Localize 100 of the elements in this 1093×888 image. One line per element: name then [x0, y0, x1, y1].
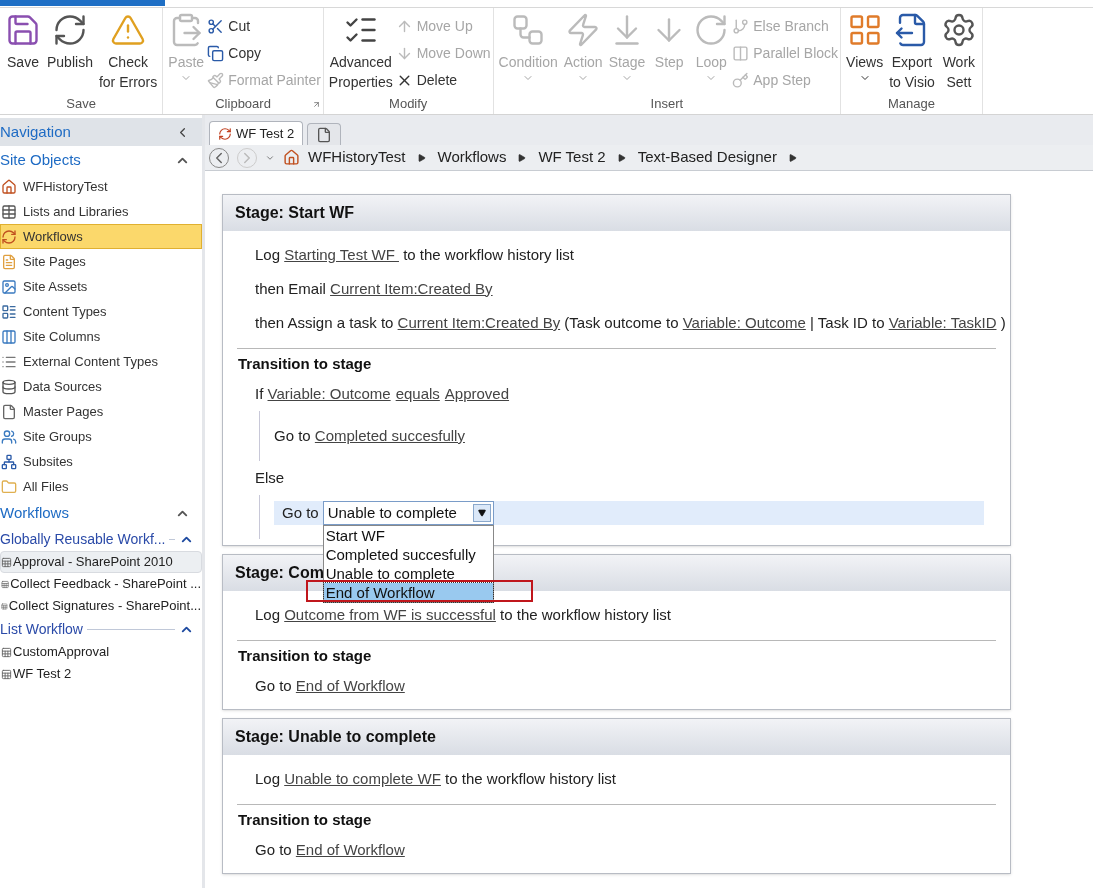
warning-icon [110, 12, 147, 48]
link[interactable]: Completed succesfully [314, 426, 465, 444]
ribbon-button[interactable]: Check for Errors [95, 12, 161, 92]
nav-item[interactable]: Content Types [0, 299, 202, 324]
page-icon [1, 253, 17, 270]
stage-header: Stage: Unable to complete [223, 719, 1010, 755]
nav-item[interactable]: WFHistoryTest [0, 174, 202, 199]
link[interactable]: Current Item:Created By [330, 279, 493, 297]
nav-item[interactable]: Master Pages [0, 399, 202, 424]
branch-icon [732, 17, 750, 35]
ribbon-button[interactable]: Views [843, 12, 887, 84]
condition-line: If Variable: Outcome equals Approved [255, 383, 510, 404]
nav-item[interactable]: Site Pages [0, 249, 202, 274]
breadcrumb-item[interactable]: WF Test 2 [538, 146, 606, 169]
copy-icon [207, 44, 225, 62]
users-icon [1, 428, 17, 445]
folder-icon [1, 478, 17, 495]
save-icon [5, 12, 41, 48]
condition-line: Go to End of Workflow [255, 839, 405, 860]
columns-icon [732, 44, 750, 62]
dropdown-option[interactable]: Unable to complete [323, 564, 493, 583]
ribbon-button[interactable]: Publish [44, 12, 96, 72]
ribbon-button[interactable]: Save [2, 12, 44, 72]
condition-line: Else [255, 467, 285, 488]
nav-item[interactable]: Lists and Libraries [0, 199, 202, 224]
nav-item[interactable]: Workflows [0, 224, 202, 249]
stage-dropdown[interactable]: Unable to complete [322, 501, 494, 525]
workflow-item[interactable]: Collect Feedback - SharePoint ... [0, 573, 202, 595]
action-line: then Email Current Item:Created By [255, 278, 493, 299]
stage-header: Stage: Start WF [223, 195, 1010, 231]
ribbon-button[interactable]: Export to Visio [886, 12, 938, 92]
ribbon-button[interactable]: Work Sett [937, 12, 980, 92]
link[interactable]: Variable: TaskID [888, 313, 997, 331]
action-line: Log Starting Test WF to the workflow history list [255, 244, 575, 265]
link[interactable]: Unable to complete WF [284, 769, 441, 787]
transition-heading: Transition to stage [238, 645, 372, 666]
transition-heading: Transition to stage [238, 809, 372, 830]
workflow-item[interactable]: Approval - SharePoint 2010 [0, 551, 202, 573]
workflow-icon [1, 578, 10, 590]
breadcrumb-item[interactable]: WFHistoryTest [308, 146, 406, 169]
link[interactable]: Current Item:Created By [397, 313, 561, 331]
go-to-label: Go to [282, 502, 319, 523]
paintbrush-icon [207, 71, 225, 89]
group-label: Manage [888, 95, 935, 114]
action-line: Log Unable to complete WF to the workflow history list [255, 768, 616, 789]
nav-item[interactable]: External Content Types [0, 349, 202, 374]
key-icon [732, 71, 750, 89]
action-line: then Assign a task to Current Item:Created By (Task outcome to Variable: Outcome | Task ID to Variable: TaskID ) [255, 312, 1006, 333]
dropdown-option[interactable]: Start WF [323, 526, 493, 545]
workflow-item[interactable]: WF Test 2 [0, 663, 202, 685]
workflow-icon [1, 668, 12, 680]
link[interactable]: Starting Test WF [284, 245, 399, 263]
link[interactable]: equals [395, 384, 440, 402]
nav-item[interactable]: Site Columns [0, 324, 202, 349]
link[interactable]: Approved [444, 384, 510, 402]
launcher-icon[interactable] [311, 100, 321, 109]
condition-line: Go to Completed succesfully [274, 425, 465, 446]
separator-icon [617, 153, 626, 162]
ribbon-small-button[interactable]: Cut [207, 14, 321, 38]
image-icon [1, 278, 17, 295]
document-tab[interactable]: WF Test 2 [209, 121, 304, 145]
nav-item[interactable]: Site Assets [0, 274, 202, 299]
link[interactable]: Variable: Outcome [267, 384, 391, 402]
section-title[interactable]: Site Objects [0, 148, 81, 172]
sync-icon [1, 228, 17, 245]
sync-icon [218, 126, 232, 141]
link[interactable]: Outcome from WF is successful [284, 605, 496, 623]
group-title[interactable]: List Workflow [0, 618, 83, 640]
workflow-icon [1, 556, 12, 568]
nav-item[interactable]: Site Groups [0, 424, 202, 449]
home-icon [283, 149, 300, 166]
nav-item[interactable]: Subsites [0, 449, 202, 474]
columns-icon [1, 328, 17, 345]
section-title[interactable]: Workflows [0, 501, 69, 525]
separator-icon [518, 153, 527, 162]
breadcrumb-item[interactable]: Text-Based Designer [637, 146, 777, 169]
ribbon-button[interactable]: Advanced Properties [325, 12, 396, 92]
group-title[interactable]: Globally Reusable Workf... [0, 528, 166, 550]
link[interactable]: End of Workflow [295, 676, 405, 694]
ribbon-small-button[interactable]: Copy [207, 41, 321, 65]
scissors-icon [207, 17, 225, 35]
group-label: Clipboard [215, 95, 271, 114]
nav-item[interactable]: Data Sources [0, 374, 202, 399]
separator-icon [788, 153, 797, 162]
link[interactable]: Variable: Outcome [682, 313, 806, 331]
file-icon [1, 403, 17, 420]
link[interactable]: End of Workflow [295, 840, 405, 858]
home-icon [1, 178, 17, 195]
layout-icon [1, 303, 17, 320]
new-tab-button[interactable] [307, 123, 342, 145]
workflow-icon [1, 646, 12, 658]
action-line: Log Outcome from WF is successful to the workflow history list [255, 604, 671, 625]
breadcrumb-item[interactable]: Workflows [437, 146, 507, 169]
nav-item[interactable]: All Files [0, 474, 202, 499]
workflow-item[interactable]: Collect Signatures - SharePoint... [0, 595, 202, 617]
separator-icon [417, 153, 426, 162]
ribbon-small-button[interactable]: Delete [395, 68, 491, 92]
page-icon [316, 126, 333, 143]
workflow-item[interactable]: CustomApproval [0, 641, 202, 663]
condition-line: Go to End of Workflow [255, 675, 405, 696]
